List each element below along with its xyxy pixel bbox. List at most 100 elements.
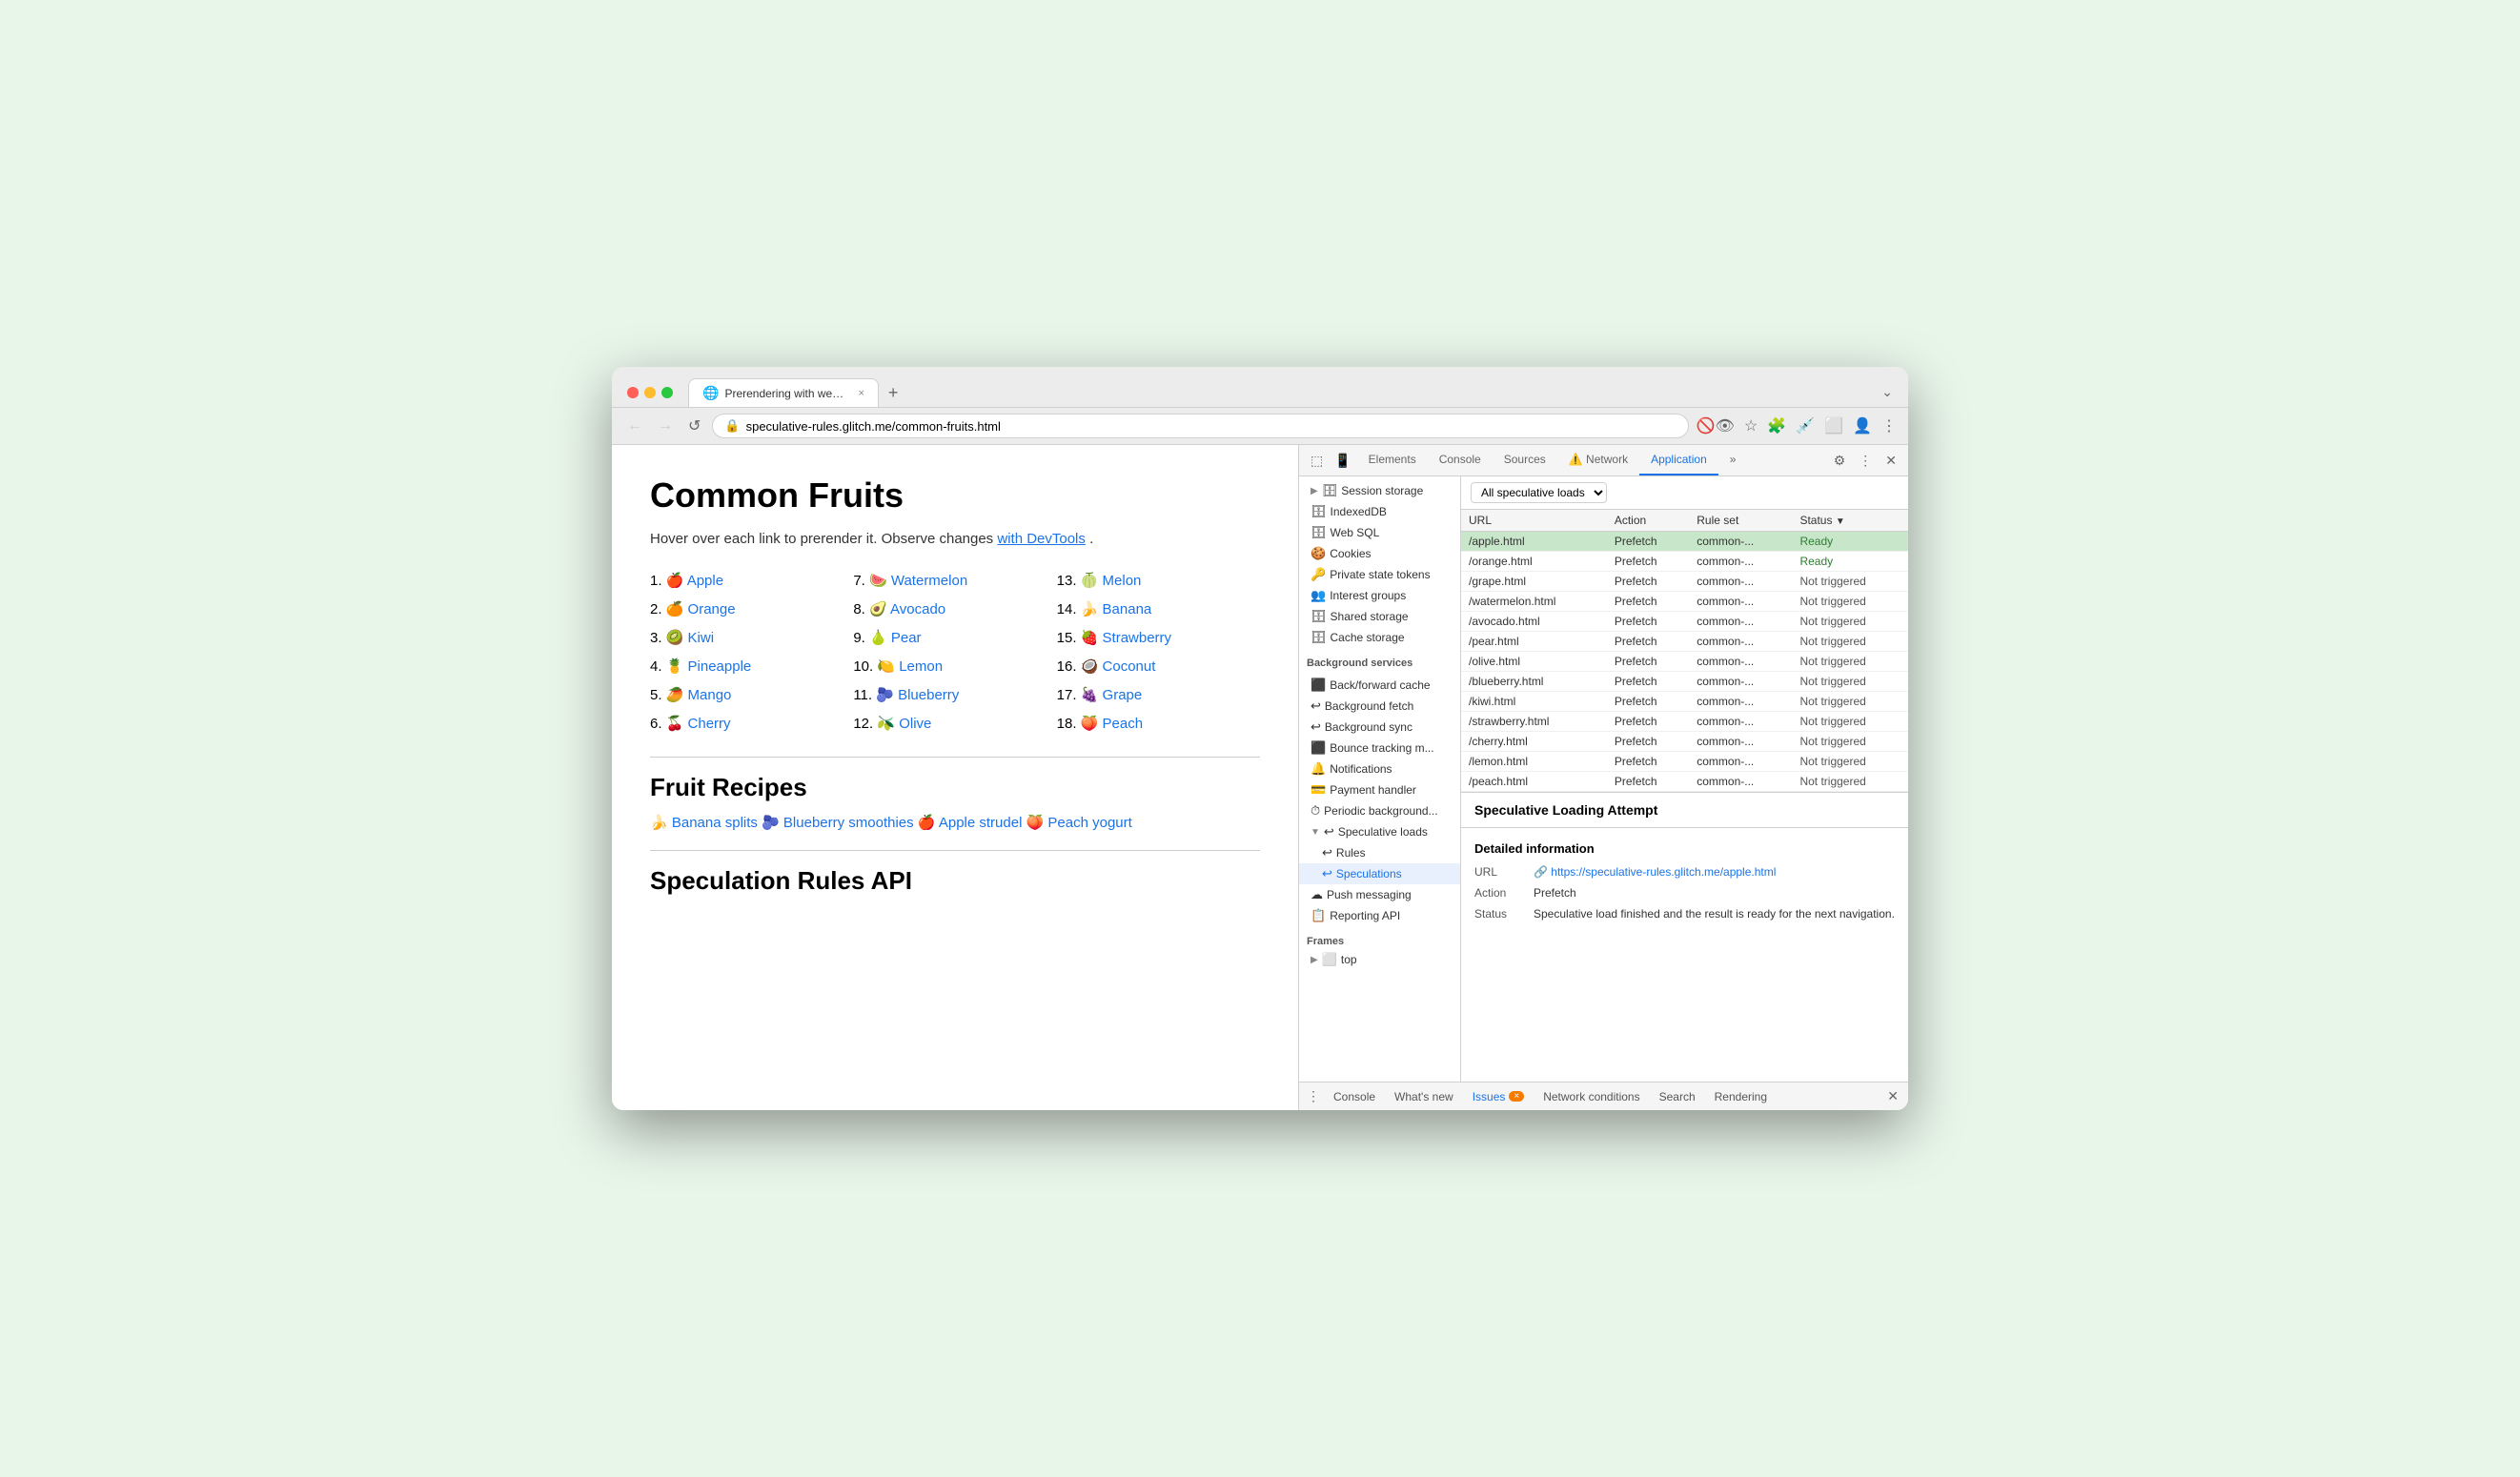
fruit-link[interactable]: Grape [1103,687,1143,703]
bottom-tab-console[interactable]: Console [1324,1086,1385,1107]
bottom-tab-search[interactable]: Search [1650,1086,1705,1107]
tab-close-icon[interactable]: × [858,388,864,399]
refresh-button[interactable]: ↺ [684,415,704,437]
table-row[interactable]: /cherry.html Prefetch common-... Not tri… [1461,732,1908,752]
sidebar-item-speculative[interactable]: ▼ ↩ Speculative loads [1299,821,1460,842]
fruit-link[interactable]: Banana [1103,601,1152,617]
sidebar-item-bg-fetch[interactable]: ↩ Background fetch [1299,696,1460,717]
table-row[interactable]: /grape.html Prefetch common-... Not trig… [1461,572,1908,592]
forward-button[interactable]: → [654,415,677,436]
fruit-link[interactable]: Pear [891,630,922,646]
address-bar[interactable]: 🔒 speculative-rules.glitch.me/common-fru… [712,414,1688,438]
sidebar-item-websql[interactable]: 🗄 Web SQL [1299,522,1460,543]
table-row[interactable]: /kiwi.html Prefetch common-... Not trigg… [1461,692,1908,712]
table-row[interactable]: /orange.html Prefetch common-... Ready [1461,552,1908,572]
maximize-button[interactable] [661,387,673,398]
tab-console[interactable]: Console [1428,445,1493,475]
tab-menu-button[interactable]: ⌄ [1881,384,1893,400]
tab-network[interactable]: ⚠️ Network [1557,445,1639,475]
table-row[interactable]: /peach.html Prefetch common-... Not trig… [1461,772,1908,792]
sidebar-item-payment[interactable]: 💳 Payment handler [1299,779,1460,800]
close-devtools-icon[interactable]: ✕ [1880,449,1902,473]
fruit-link[interactable]: Orange [688,601,736,617]
fruit-link[interactable]: Melon [1103,573,1142,589]
tab-elements[interactable]: Elements [1357,445,1428,475]
sidebar-item-bounce[interactable]: ⬛ Bounce tracking m... [1299,738,1460,759]
sidebar-item-bfcache[interactable]: ⬛ Back/forward cache [1299,675,1460,696]
url-input[interactable]: speculative-rules.glitch.me/common-fruit… [746,419,1677,434]
sidebar-item-frames[interactable]: ▶ ⬜ top [1299,949,1460,970]
sidebar-item-push[interactable]: ☁ Push messaging [1299,884,1460,905]
sidebar-item-cache-storage[interactable]: 🗄 Cache storage [1299,627,1460,648]
table-row[interactable]: /avocado.html Prefetch common-... Not tr… [1461,612,1908,632]
sidebar-item-speculations[interactable]: ↩ Speculations [1299,863,1460,884]
bottom-close-icon[interactable]: ✕ [1881,1088,1904,1104]
table-row[interactable]: /apple.html Prefetch common-... Ready [1461,532,1908,552]
fruit-link[interactable]: Strawberry [1103,630,1172,646]
recipe-link[interactable]: 🍌 Banana splits [650,815,758,831]
sidebar-item-cookies[interactable]: 🍪 Cookies [1299,543,1460,564]
fruit-link[interactable]: Coconut [1103,658,1156,675]
sidebar-item-shared-storage[interactable]: 🗄 Shared storage [1299,606,1460,627]
tab-more[interactable]: » [1718,445,1748,475]
new-tab-button[interactable]: + [883,383,904,403]
extensions-icon[interactable]: 🧩 [1767,416,1786,435]
split-view-icon[interactable]: ⬜ [1824,416,1843,435]
sidebar-item-periodic[interactable]: ⏱ Periodic background... [1299,800,1460,821]
detail-url-link[interactable]: 🔗 https://speculative-rules.glitch.me/ap… [1534,865,1776,879]
sidebar-item-private-state[interactable]: 🔑 Private state tokens [1299,564,1460,585]
fruit-link[interactable]: Lemon [899,658,943,675]
back-button[interactable]: ← [623,415,646,436]
fruit-link[interactable]: Watermelon [891,573,967,589]
col-action[interactable]: Action [1607,510,1689,532]
bookmark-icon[interactable]: ☆ [1744,416,1758,435]
bottom-tab-whatsnew[interactable]: What's new [1385,1086,1463,1107]
tab-application[interactable]: Application [1639,445,1718,475]
filter-dropdown[interactable]: All speculative loads [1471,482,1607,503]
fruit-link[interactable]: Kiwi [688,630,715,646]
sidebar-item-reporting[interactable]: 📋 Reporting API [1299,905,1460,926]
col-url[interactable]: URL [1461,510,1607,532]
table-row[interactable]: /blueberry.html Prefetch common-... Not … [1461,672,1908,692]
sidebar-item-rules[interactable]: ↩ Rules [1299,842,1460,863]
fruit-link[interactable]: Olive [899,716,931,732]
devtools-link[interactable]: with DevTools [997,531,1086,547]
bottom-tab-rendering[interactable]: Rendering [1705,1086,1777,1107]
sidebar-item-notifications[interactable]: 🔔 Notifications [1299,759,1460,779]
bottom-tab-network-conditions[interactable]: Network conditions [1534,1086,1649,1107]
bottom-tab-issues[interactable]: Issues × [1463,1086,1534,1107]
profile-icon[interactable]: 👤 [1853,416,1872,435]
table-row[interactable]: /strawberry.html Prefetch common-... Not… [1461,712,1908,732]
fruit-link[interactable]: Mango [688,687,732,703]
sidebar-item-session-storage[interactable]: ▶ 🗄 Session storage [1299,480,1460,501]
fruit-link[interactable]: Apple [687,573,723,589]
col-ruleset[interactable]: Rule set [1689,510,1792,532]
menu-icon[interactable]: ⋮ [1881,416,1897,435]
fruit-link[interactable]: Avocado [890,601,945,617]
fruit-link[interactable]: Blueberry [898,687,959,703]
sidebar-item-bg-sync[interactable]: ↩ Background sync [1299,717,1460,738]
close-button[interactable] [627,387,639,398]
minimize-button[interactable] [644,387,656,398]
no-eyetracking-icon[interactable]: 🚫👁 [1697,416,1735,435]
bottom-more-icon[interactable]: ⋮ [1303,1086,1324,1106]
table-row[interactable]: /olive.html Prefetch common-... Not trig… [1461,652,1908,672]
eyedropper-icon[interactable]: 💉 [1796,416,1815,435]
sidebar-item-interest[interactable]: 👥 Interest groups [1299,585,1460,606]
fruit-link[interactable]: Cherry [688,716,731,732]
col-status[interactable]: Status ▼ [1792,510,1908,532]
table-row[interactable]: /pear.html Prefetch common-... Not trigg… [1461,632,1908,652]
fruit-link[interactable]: Peach [1103,716,1144,732]
table-row[interactable]: /lemon.html Prefetch common-... Not trig… [1461,752,1908,772]
devtools-device-icon[interactable]: 📱 [1329,449,1356,473]
sidebar-item-indexeddb[interactable]: 🗄 IndexedDB [1299,501,1460,522]
devtools-inspect-icon[interactable]: ⬚ [1305,449,1329,473]
active-tab[interactable]: 🌐 Prerendering with web-vitals... × [688,378,879,407]
table-row[interactable]: /watermelon.html Prefetch common-... Not… [1461,592,1908,612]
devtools-more-icon[interactable]: ⋮ [1853,449,1878,473]
fruit-link[interactable]: Pineapple [688,658,752,675]
recipe-link[interactable]: 🫐 Blueberry smoothies [762,815,914,831]
tab-sources[interactable]: Sources [1493,445,1557,475]
settings-icon[interactable]: ⚙ [1828,449,1852,473]
recipe-link[interactable]: 🍑 Peach yogurt [1026,815,1132,831]
